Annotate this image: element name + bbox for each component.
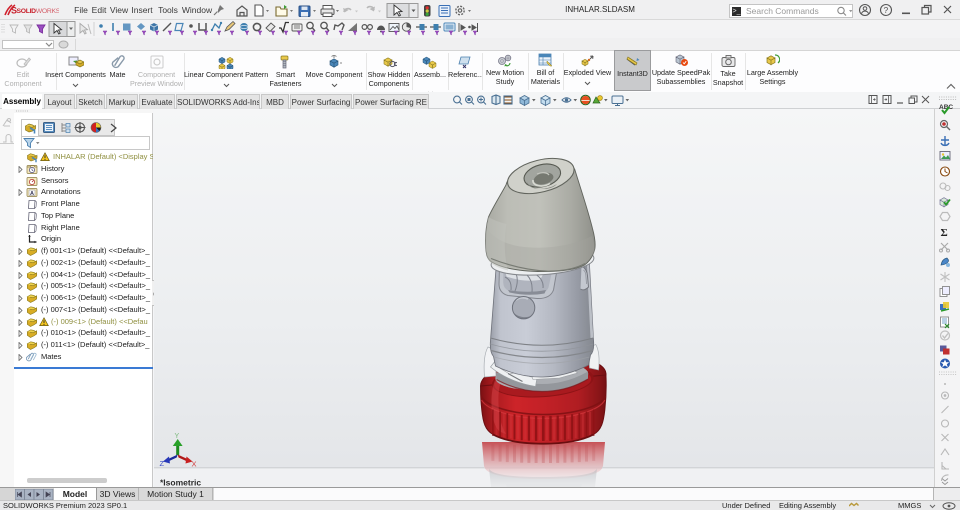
svg-text:Y: Y: [175, 433, 180, 440]
svg-text:X: X: [192, 460, 197, 469]
svg-text:A: A: [30, 191, 34, 197]
svg-text:Z: Z: [160, 459, 165, 468]
svg-text:SOLIDWORKS: SOLIDWORKS: [17, 8, 60, 15]
svg-text:*Isometric: *Isometric: [160, 478, 201, 488]
svg-text:Σ: Σ: [941, 227, 948, 239]
svg-text:?: ?: [884, 5, 889, 15]
